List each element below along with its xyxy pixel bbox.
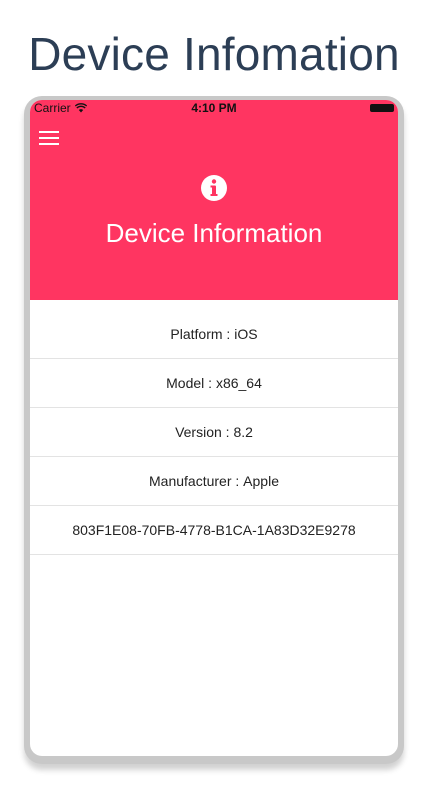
status-bar: Carrier 4:10 PM <box>30 100 398 118</box>
list-item-platform: Platform iOS <box>30 310 398 359</box>
device-screen: Device Information Carrier 4:10 PM Platf… <box>30 100 398 756</box>
page-title: Device Infomation <box>28 28 400 80</box>
hamburger-menu-icon[interactable] <box>39 130 59 146</box>
version-value: 8.2 <box>233 424 253 440</box>
list-item-device-id: 803F1E08-70FB-4778-B1CA-1A83D32E9278 <box>30 506 398 555</box>
status-time: 4:10 PM <box>191 101 237 115</box>
version-label: Version <box>175 424 233 440</box>
list-item-manufacturer: Manufacturer Apple <box>30 457 398 506</box>
model-value: x86_64 <box>215 375 262 391</box>
model-label: Model <box>166 375 216 391</box>
list-item-model: Model x86_64 <box>30 359 398 408</box>
device-frame: Device Information Carrier 4:10 PM Platf… <box>24 96 404 764</box>
device-info-list: Platform iOS Model x86_64 Version 8.2 Ma… <box>30 310 398 555</box>
manufacturer-label: Manufacturer <box>149 473 243 489</box>
platform-label: Platform <box>170 326 234 342</box>
app-header: Device Information <box>30 100 398 300</box>
info-icon <box>201 175 227 201</box>
list-item-version: Version 8.2 <box>30 408 398 457</box>
battery-icon <box>370 104 394 112</box>
header-title: Device Information <box>105 218 323 248</box>
platform-value: iOS <box>234 326 258 342</box>
device-id-value: 803F1E08-70FB-4778-B1CA-1A83D32E9278 <box>72 522 356 538</box>
manufacturer-value: Apple <box>243 473 279 489</box>
